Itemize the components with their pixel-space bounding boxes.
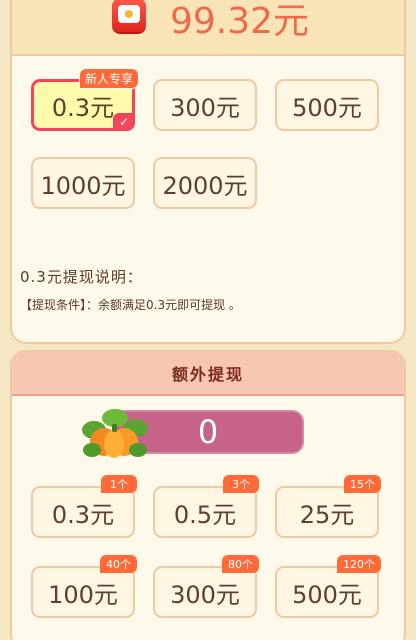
- option-label: 1000元: [40, 171, 126, 200]
- check-icon: ✓: [113, 113, 135, 131]
- newbie-exclusive-badge: 新人专享: [79, 68, 140, 89]
- option-label: 500元: [292, 93, 362, 122]
- option-label: 0.3元: [51, 93, 115, 122]
- count-badge: 15个: [344, 475, 381, 493]
- extra-withdraw-header: 额外提现: [12, 352, 404, 396]
- progress-value: 0: [197, 413, 219, 451]
- option-label: 500元: [292, 580, 362, 609]
- count-badge: 40个: [100, 555, 137, 573]
- balance-amount: 99.32元: [170, 1, 310, 42]
- option-label: 25元: [299, 500, 355, 529]
- extra-option-0-5[interactable]: 0.5元 3个: [153, 475, 259, 538]
- extra-option-100[interactable]: 100元 40个: [31, 555, 137, 618]
- extra-option-0-3[interactable]: 0.3元 1个: [31, 475, 137, 538]
- withdraw-option-500[interactable]: 500元: [275, 79, 379, 131]
- option-label: 300元: [170, 580, 240, 609]
- option-label: 2000元: [162, 171, 248, 200]
- count-badge: 1个: [101, 475, 137, 493]
- withdraw-condition-text: 【提现条件】：余额满足0.3元即可提现 。: [20, 298, 241, 312]
- red-wallet-icon: [112, 0, 146, 32]
- balance-strip: 99.32元: [12, 0, 404, 56]
- withdraw-option-1000[interactable]: 1000元: [31, 157, 135, 209]
- count-badge: 3个: [223, 475, 259, 493]
- pumpkin-icon: [82, 409, 148, 458]
- withdraw-description-title: 0.3元提现说明：: [20, 268, 143, 286]
- option-label: 0.3元: [51, 500, 115, 529]
- withdraw-option-2000[interactable]: 2000元: [153, 157, 257, 209]
- count-badge: 120个: [337, 555, 381, 573]
- withdraw-option-300[interactable]: 300元: [153, 79, 257, 131]
- option-label: 100元: [48, 580, 118, 609]
- extra-option-25[interactable]: 25元 15个: [275, 475, 381, 538]
- extra-option-500[interactable]: 500元 120个: [275, 555, 381, 618]
- option-label: 300元: [170, 93, 240, 122]
- count-badge: 80个: [222, 555, 259, 573]
- option-label: 0.5元: [173, 500, 237, 529]
- extra-option-300[interactable]: 300元 80个: [153, 555, 259, 618]
